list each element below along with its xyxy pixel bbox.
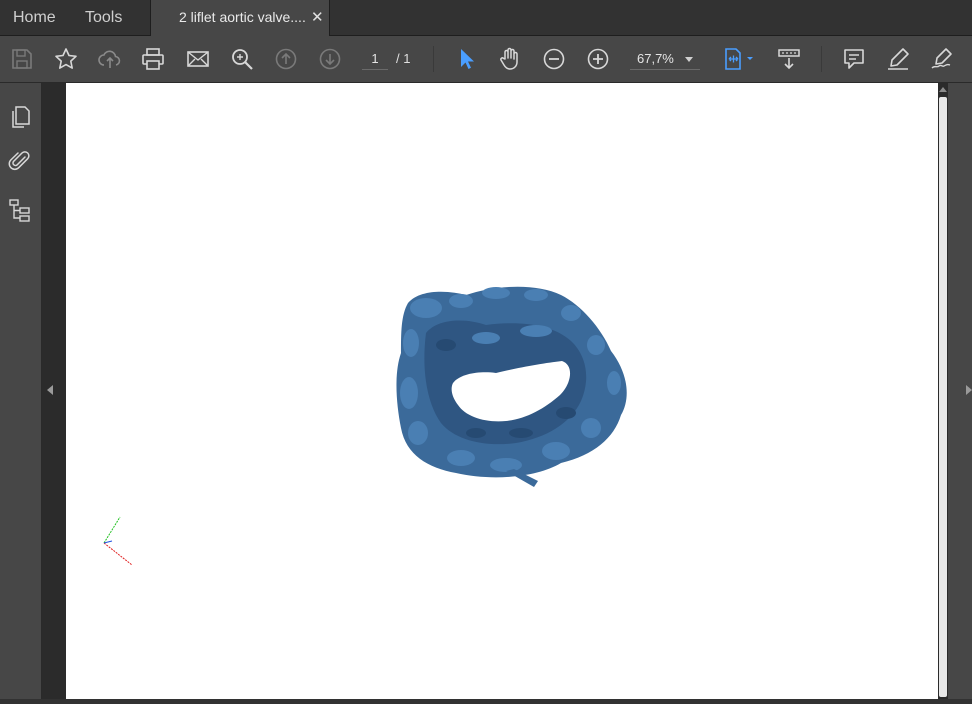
model-tree-button[interactable] (6, 196, 34, 224)
tab-tools[interactable]: Tools (85, 0, 122, 35)
scroll-mode-icon (778, 49, 800, 70)
email-icon (187, 51, 209, 67)
tab-document[interactable]: 2 liflet aortic valve.... ✕ (150, 0, 330, 36)
toolbar-divider (821, 46, 822, 72)
select-cursor-icon (461, 49, 474, 69)
hand-tool-button[interactable] (495, 44, 525, 74)
save-icon (12, 49, 32, 69)
attachments-icon (8, 151, 30, 171)
previous-page-icon (275, 48, 297, 70)
page-total: / 1 (396, 51, 411, 66)
next-page-icon (319, 48, 341, 70)
tab-home[interactable]: Home (13, 0, 56, 35)
vertical-scrollbar[interactable] (938, 83, 948, 699)
bookmark-button[interactable] (51, 44, 81, 74)
hand-tool-icon (500, 47, 518, 70)
cloud-upload-icon (98, 50, 121, 68)
tab-bar: Home Tools 2 liflet aortic valve.... ✕ (0, 0, 972, 36)
zoom-out-icon (543, 48, 565, 70)
left-panel-gutter (42, 83, 66, 699)
toolbar-divider (433, 46, 434, 72)
tab-document-label: 2 liflet aortic valve.... (179, 9, 306, 25)
scroll-thumb[interactable] (939, 97, 947, 697)
zoom-in-button[interactable] (583, 44, 613, 74)
zoom-level-value: 67,7% (637, 51, 674, 66)
page-number-input[interactable]: 1 (362, 49, 388, 70)
select-tool-button[interactable] (451, 44, 481, 74)
close-tab-icon[interactable]: ✕ (311, 0, 324, 35)
model-tree-icon (9, 199, 30, 222)
scroll-mode-button[interactable] (774, 44, 804, 74)
highlight-button[interactable] (883, 44, 913, 74)
email-button[interactable] (183, 44, 213, 74)
main-toolbar: 1 / 1 67,7% (0, 36, 972, 83)
scroll-up-icon[interactable] (939, 87, 947, 92)
fit-page-icon (725, 48, 753, 70)
page-thumbnails-icon (12, 106, 30, 128)
fit-page-button[interactable] (719, 44, 757, 74)
print-icon (142, 48, 164, 70)
comment-button[interactable] (839, 44, 869, 74)
zoom-out-button[interactable] (539, 44, 569, 74)
print-button[interactable] (138, 44, 168, 74)
attachments-button[interactable] (6, 147, 34, 175)
sign-icon (931, 48, 952, 69)
expand-right-panel-icon[interactable] (966, 385, 972, 395)
next-page-button[interactable] (315, 44, 345, 74)
find-button[interactable] (227, 44, 257, 74)
highlight-pen-icon (888, 48, 909, 70)
chevron-down-icon (685, 57, 693, 62)
search-zoom-icon (232, 49, 253, 70)
document-page[interactable] (66, 83, 938, 699)
collapse-left-panel-icon[interactable] (47, 385, 53, 395)
aortic-valve-3d-model[interactable] (396, 286, 627, 487)
bookmark-star-icon (55, 48, 77, 69)
previous-page-button[interactable] (271, 44, 301, 74)
axis-orientation-triad (103, 516, 133, 566)
save-button[interactable] (7, 44, 37, 74)
zoom-level-select[interactable]: 67,7% (630, 49, 700, 70)
page-thumbnails-button[interactable] (6, 103, 34, 131)
sign-button[interactable] (927, 44, 957, 74)
3d-model-viewport[interactable] (66, 83, 938, 699)
zoom-in-icon (587, 48, 609, 70)
upload-button[interactable] (95, 44, 125, 74)
left-navigation-rail (0, 83, 42, 699)
comment-icon (844, 49, 864, 69)
